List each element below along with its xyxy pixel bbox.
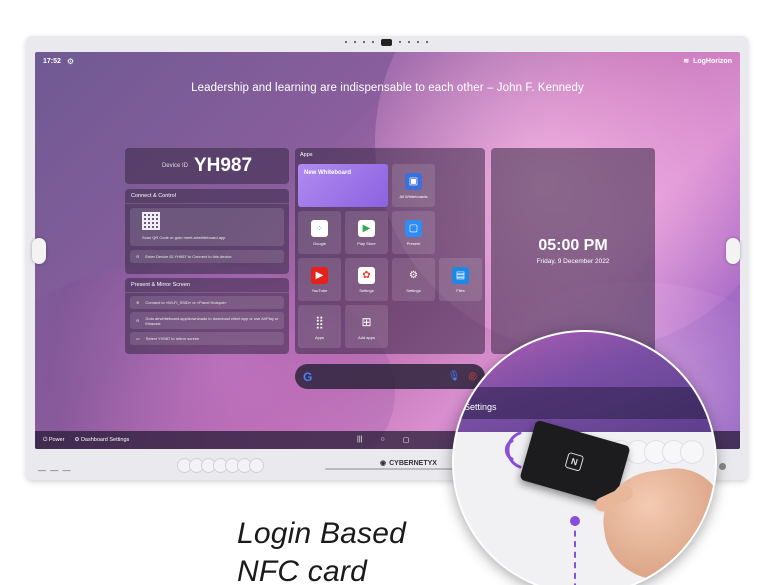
files-icon: ▤	[452, 266, 469, 284]
clock-time: 05:00 PM	[538, 237, 608, 254]
status-bar: 17:52 ⚙ ≋ LogHorizon	[35, 52, 740, 70]
power-indicator	[719, 463, 726, 470]
present-title: Present & Mirror Screen	[125, 278, 289, 293]
brand-logo: ◉ CYBERNETYX	[380, 459, 437, 468]
nfc-logo-icon: N	[564, 451, 585, 472]
youtube-icon: ▶	[311, 266, 328, 284]
google-apps-icon: ⁘	[311, 219, 328, 237]
device-id-value: YH987	[193, 155, 253, 176]
mirror-text: Select YH987 to mirror screen	[145, 336, 200, 341]
play-store-icon: ▶	[358, 219, 375, 237]
power-button[interactable]: ⏻ Power	[43, 437, 64, 444]
app-tile-apps[interactable]: ⣿ Apps	[298, 305, 341, 348]
enter-device-row[interactable]: ⊖ Enter Device ID YH987 to Connect to th…	[130, 250, 284, 263]
qr-code-icon	[142, 212, 160, 230]
network-name: LogHorizon	[693, 57, 732, 65]
gear-icon[interactable]: ⚙	[67, 57, 74, 66]
caption-line-2: NFC card	[237, 555, 367, 585]
new-whiteboard-label: New Whiteboard	[304, 170, 352, 176]
photos-icon: ✿	[358, 266, 375, 284]
link-icon: ⊖	[136, 318, 140, 323]
camera-icon	[381, 38, 392, 46]
gear-icon: ⚙	[409, 269, 418, 281]
wifi-row[interactable]: ≋ Connect to «Wi-Fi_SSID» or «Panel Hots…	[130, 296, 284, 309]
pointer-line	[574, 520, 576, 585]
screen-icon: ▭	[136, 336, 140, 341]
connect-title: Connect & Control	[125, 189, 289, 204]
new-whiteboard-tile[interactable]: New Whiteboard	[298, 164, 388, 207]
front-bar	[325, 468, 455, 470]
apps-title: Apps	[300, 152, 313, 158]
link-icon: ⊖	[136, 254, 140, 259]
app-tile-play-store[interactable]: ▶ Play Store	[345, 211, 388, 254]
caption-line-1: Login Based	[237, 517, 407, 550]
qr-code-row[interactable]: Scan QR Code or goto meet.airwhiteboard.…	[130, 208, 284, 246]
camera-strip	[0, 38, 773, 46]
apps-card: Apps New Whiteboard ▣ All Whiteboards ⁘ …	[295, 148, 485, 354]
connect-control-card: Connect & Control Scan QR Code or goto m…	[125, 189, 289, 274]
google-logo-icon: G	[303, 369, 313, 384]
app-tile-photos[interactable]: ✿ Settings	[345, 258, 388, 301]
left-side-handle[interactable]	[32, 238, 46, 264]
mirror-row[interactable]: ▭ Select YH987 to mirror screen	[130, 332, 284, 345]
home-icon[interactable]: ○	[380, 436, 384, 444]
device-id-label: Device ID	[161, 163, 188, 169]
add-apps-icon: ⊞	[361, 315, 372, 329]
client-app-text: Goto airwhiteboard.app/downloads to down…	[145, 315, 279, 326]
present-mirror-card: Present & Mirror Screen ≋ Connect to «Wi…	[125, 278, 289, 354]
app-tile-settings[interactable]: ⚙ Settings	[392, 258, 435, 301]
right-side-handle[interactable]	[726, 238, 740, 264]
device-id-card: Device ID YH987	[125, 148, 289, 184]
speaker-grille-icon: — — —	[38, 466, 72, 475]
wifi-text: Connect to «Wi-Fi_SSID» or «Panel Hotspo…	[145, 300, 227, 305]
wifi-icon: ≋	[136, 300, 140, 305]
app-tile-all-whiteboards[interactable]: ▣ All Whiteboards	[392, 164, 435, 207]
clock-date: Friday, 9 December 2022	[536, 258, 610, 265]
cast-icon: ▢	[405, 219, 422, 237]
brand-name: CYBERNETYX	[389, 459, 437, 467]
grid-icon: ⣿	[315, 315, 324, 329]
app-tile-present[interactable]: ▢ Present	[392, 211, 435, 254]
wifi-icon: ≋	[683, 58, 690, 65]
quote-text: Leadership and learning are indispensabl…	[191, 82, 584, 94]
app-tile-files[interactable]: ▤ Files	[439, 258, 482, 301]
dashboard-settings-button[interactable]: ⚙ Dashboard Settings	[74, 437, 129, 443]
enter-device-text: Enter Device ID YH987 to Connect to this…	[145, 254, 232, 259]
nav-buttons: ||| ○ ▢	[357, 436, 409, 444]
promo-stage: 17:52 ⚙ ≋ LogHorizon Leadership and lear…	[0, 0, 773, 585]
app-tile-add-apps[interactable]: ⊞ Add apps	[345, 305, 388, 348]
whiteboard-icon: ▣	[405, 172, 422, 190]
brand-mark-icon: ◉	[380, 460, 387, 467]
recents-icon[interactable]: |||	[357, 436, 362, 444]
network-status[interactable]: ≋ LogHorizon	[683, 57, 732, 66]
status-time: 17:52	[43, 57, 61, 65]
app-tile-google[interactable]: ⁘ Google	[298, 211, 341, 254]
zoom-settings-label: Settings	[464, 402, 497, 412]
nfc-zoom-callout: Settings N	[452, 330, 717, 585]
qr-code-text: Scan QR Code or goto meet.airwhiteboard.…	[142, 235, 226, 240]
back-icon[interactable]: ▢	[403, 436, 410, 444]
bezel-decoration	[177, 458, 264, 473]
client-app-row[interactable]: ⊖ Goto airwhiteboard.app/downloads to do…	[130, 312, 284, 329]
caption: Login Based NFC card	[237, 515, 406, 585]
clock-card: 05:00 PM Friday, 9 December 2022	[491, 148, 655, 354]
app-tile-youtube[interactable]: ▶ YouTube	[298, 258, 341, 301]
